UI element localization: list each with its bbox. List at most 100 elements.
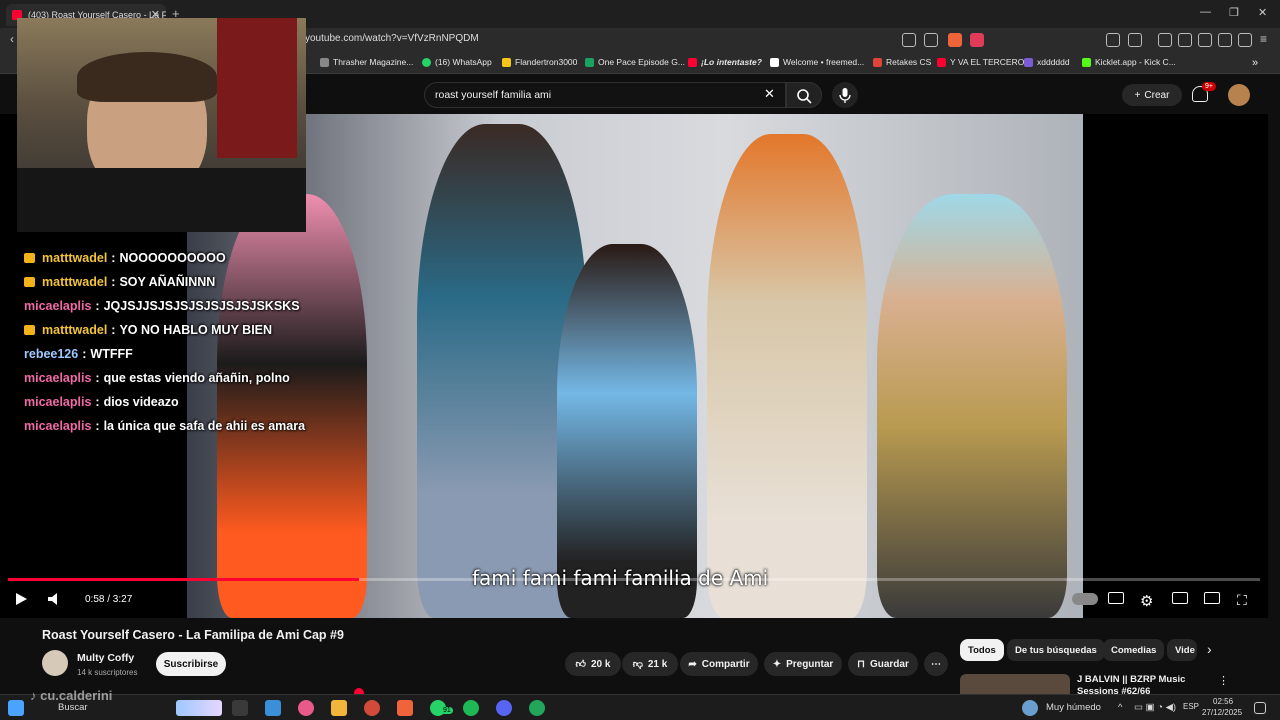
chip-video[interactable]: Vide xyxy=(1167,639,1197,661)
chat-overlay: matttwadel: NOOOOOOOOOO matttwadel: SOY AÑ… xyxy=(24,246,305,438)
save-button[interactable]: ⊓ Guardar xyxy=(848,652,918,676)
bookmark[interactable]: Welcome • freemed... xyxy=(770,57,864,67)
wallet-icon[interactable] xyxy=(1198,33,1212,47)
tray-icons[interactable]: ▭ ▣ ◔ ◀) xyxy=(1134,702,1176,713)
bookmark[interactable]: Retakes CS xyxy=(873,57,931,67)
brave-rewards-icon[interactable] xyxy=(970,33,984,47)
chat-user: matttwadel xyxy=(42,275,108,289)
screenshot-icon[interactable] xyxy=(1128,33,1142,47)
chat-user: micaelaplis xyxy=(24,371,92,385)
fullscreen-icon[interactable]: ⛶ xyxy=(1237,592,1247,609)
windows-start-icon[interactable] xyxy=(8,700,24,716)
video-figure xyxy=(557,244,697,618)
streamer-hair xyxy=(77,52,217,102)
play-icon[interactable] xyxy=(14,592,28,606)
bookmark-favicon-icon xyxy=(320,57,329,67)
cast-screen-icon[interactable] xyxy=(1204,592,1220,604)
taskbar-search[interactable]: Buscar xyxy=(58,702,88,713)
hanging-jacket xyxy=(217,18,297,158)
file-explorer-icon[interactable] xyxy=(331,700,347,716)
discord-icon[interactable] xyxy=(496,700,512,716)
notifications-center-icon[interactable] xyxy=(1254,702,1266,714)
language-indicator[interactable]: ESP xyxy=(1183,702,1199,711)
chat-text: que estas viendo añañin, polno xyxy=(103,371,290,385)
menu-icon[interactable]: ≡ xyxy=(1260,32,1267,46)
recommendation-thumbnail[interactable] xyxy=(960,674,1070,694)
bookmark[interactable]: Flandertron3000 xyxy=(502,57,577,67)
moderator-badge-icon xyxy=(24,253,35,263)
theater-mode-icon[interactable] xyxy=(1172,592,1188,604)
more-actions-button[interactable]: ⋯ xyxy=(924,652,948,676)
app-icon[interactable] xyxy=(364,700,380,716)
share-page-icon[interactable] xyxy=(924,33,938,47)
recommendation-menu-icon[interactable]: ⋮ xyxy=(1218,674,1229,687)
chip-comedy[interactable]: Comedias xyxy=(1103,639,1165,661)
chat-message: matttwadel: NOOOOOOOOOO xyxy=(24,246,305,270)
more-bookmarks-icon[interactable]: » xyxy=(1252,57,1258,69)
brave-shield-icon[interactable] xyxy=(948,33,962,47)
app-icon[interactable] xyxy=(298,700,314,716)
streamer-shirt xyxy=(17,168,306,232)
settings-gear-icon[interactable]: ⚙ xyxy=(1140,592,1153,610)
avatar[interactable] xyxy=(1228,84,1250,106)
maximize-icon[interactable]: ❐ xyxy=(1229,6,1239,19)
clock-date[interactable]: 27/12/2025 xyxy=(1202,708,1242,717)
bookmark[interactable]: (16) WhatsApp xyxy=(422,57,492,67)
back-icon[interactable]: ‹ xyxy=(10,32,14,46)
store-icon[interactable] xyxy=(265,700,281,716)
sheets-icon xyxy=(585,57,594,67)
chip-all[interactable]: Todos xyxy=(960,639,1004,661)
voice-search-button[interactable] xyxy=(832,82,858,108)
dislike-button[interactable]: 👎︎ 21 k xyxy=(622,652,678,676)
whatsapp-badge: 91 xyxy=(441,707,453,714)
search-highlight-icon[interactable] xyxy=(176,700,222,716)
video-frame xyxy=(187,114,1083,618)
chat-text: WTFFF xyxy=(90,347,133,361)
recommendation-title[interactable]: J BALVIN || BZRP Music Sessions #62/66 xyxy=(1077,674,1197,694)
cast-icon[interactable] xyxy=(902,33,916,47)
window-close-icon[interactable]: ✕ xyxy=(1258,6,1267,19)
ask-button[interactable]: ✦ Preguntar xyxy=(764,652,842,676)
share-button[interactable]: ➦ Compartir xyxy=(680,652,758,676)
search-button[interactable] xyxy=(786,82,822,108)
chat-message: matttwadel: SOY AÑAÑINNN xyxy=(24,270,305,294)
subtitles-icon[interactable] xyxy=(1108,592,1124,604)
create-button[interactable]: + Crear xyxy=(1122,84,1182,106)
tray-chevron-icon[interactable]: ^ xyxy=(1118,702,1122,713)
subscribe-button[interactable]: Suscribirse xyxy=(156,652,226,676)
channel-avatar[interactable] xyxy=(42,650,68,676)
bookmark[interactable]: ¡Lo intentaste? xyxy=(688,57,762,67)
clear-search-icon[interactable]: ✕ xyxy=(764,86,775,102)
leo-icon[interactable] xyxy=(1218,33,1232,47)
weather-text[interactable]: Muy húmedo xyxy=(1046,702,1101,713)
vpn-icon[interactable] xyxy=(1238,33,1252,47)
chip-from-searches[interactable]: De tus búsquedas xyxy=(1007,639,1105,661)
task-view-icon[interactable] xyxy=(232,700,248,716)
chevron-right-icon[interactable]: › xyxy=(1207,641,1212,657)
video-title: Roast Yourself Casero - La Familipa de A… xyxy=(42,628,344,642)
spotify-icon[interactable] xyxy=(463,700,479,716)
bookmark[interactable]: Kicklet.app - Kick C... xyxy=(1082,57,1176,67)
bookmark[interactable]: One Pace Episode G... xyxy=(585,57,685,67)
bookmark[interactable]: Thrasher Magazine... xyxy=(320,57,413,67)
volume-icon[interactable] xyxy=(47,592,63,606)
bookmark[interactable]: Y VA EL TERCERO xyxy=(937,57,1024,67)
sidebar-icon[interactable] xyxy=(1178,33,1192,47)
media-icon[interactable] xyxy=(1158,33,1172,47)
weather-icon xyxy=(1022,700,1038,716)
progress-bar[interactable] xyxy=(8,578,1260,581)
chat-user: matttwadel xyxy=(42,251,108,265)
extensions-icon[interactable] xyxy=(1106,33,1120,47)
search-input[interactable]: roast yourself familia ami xyxy=(424,82,786,108)
autoplay-toggle[interactable] xyxy=(1072,593,1098,605)
sparkle-icon: ✦ xyxy=(772,658,782,670)
chat-text: dios videazo xyxy=(103,395,179,409)
clock-time[interactable]: 02:56 xyxy=(1213,697,1233,706)
url-field[interactable]: youtube.com/watch?v=VfVzRnNPQDM xyxy=(305,33,479,44)
like-button[interactable]: 👍︎ 20 k xyxy=(565,652,621,676)
app-icon[interactable] xyxy=(529,700,545,716)
channel-name[interactable]: Multy Coffy xyxy=(77,652,134,664)
minimize-icon[interactable]: — xyxy=(1200,6,1211,18)
brave-icon[interactable] xyxy=(397,700,413,716)
bookmark[interactable]: xdddddd xyxy=(1024,57,1070,67)
